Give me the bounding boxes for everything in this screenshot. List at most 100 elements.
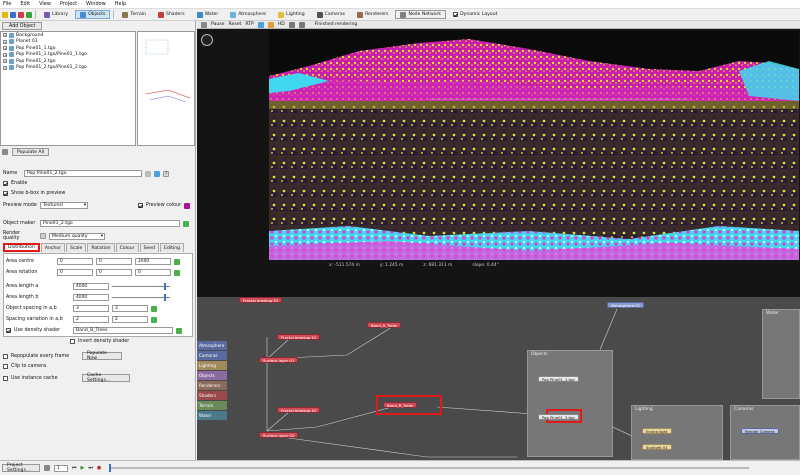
node-band-a-trees[interactable]: Band_A_Trees (367, 322, 402, 328)
menu-view[interactable]: View (39, 1, 51, 7)
expand-icon[interactable]: + (3, 59, 7, 64)
dynamic-layout-toggle[interactable]: Dynamic Layout (448, 10, 502, 19)
group-water[interactable]: Water (762, 309, 800, 399)
object-spacing-a[interactable]: 3 (73, 305, 109, 312)
redo-icon[interactable] (26, 11, 32, 18)
rtp-button[interactable]: RTP (245, 22, 253, 27)
tab-distribution[interactable]: Distribution (3, 243, 40, 252)
step-forward-icon[interactable]: ⏭ (88, 465, 93, 471)
open-icon[interactable] (2, 11, 8, 18)
object-spacing-b[interactable]: 3 (112, 305, 148, 312)
add-object-button[interactable]: Add Object (2, 22, 43, 30)
node-network-view[interactable]: Atmosphere Cameras Lighting Objects Rend… (197, 297, 800, 460)
expand-icon[interactable]: + (3, 65, 7, 70)
slider-handle[interactable] (164, 294, 166, 301)
node-pop-pine01-2[interactable]: Pop Pine01_2.tgo (538, 414, 579, 420)
area-rotation-x[interactable]: 0 (57, 269, 93, 276)
node-surface-layer-02[interactable]: Surface layer 02 (259, 432, 299, 438)
node-render-camera[interactable]: Render Camera (741, 428, 779, 434)
add-icon[interactable] (151, 316, 157, 323)
pause-button[interactable]: Pause (211, 22, 225, 27)
render-viewport[interactable]: Pause Reset RTP HD Finished rendering x:… (197, 21, 800, 297)
area-rotation-y[interactable]: 0 (96, 269, 132, 276)
timeline-icon[interactable] (44, 465, 50, 471)
node-fractal-breakup-00[interactable]: Fractal breakup 01 (239, 297, 283, 303)
node-pop-pine01-1[interactable]: Pop Pine01_1.tgo (538, 376, 579, 382)
area-length-a-field[interactable]: 4000 (73, 283, 109, 290)
area-length-b-field[interactable]: 4000 (73, 294, 109, 301)
tab-shaders[interactable]: Shaders (153, 10, 190, 19)
area-centre-y[interactable]: 0 (96, 258, 132, 265)
tab-editing[interactable]: Editing (159, 243, 184, 252)
node-band-b-trees[interactable]: Band_B_Trees (383, 402, 418, 408)
group-cameras[interactable]: Cameras Render Camera (730, 405, 800, 460)
add-icon[interactable] (174, 269, 180, 276)
hd-button[interactable]: HD (278, 22, 285, 27)
group-lighting[interactable]: Lighting Enviro light Sunlight 01 (631, 405, 723, 460)
expand-icon[interactable]: + (3, 39, 7, 44)
object-maker-field[interactable]: Pine01_2.tgo (40, 220, 180, 227)
settings-icon[interactable] (288, 21, 295, 28)
area-centre-z[interactable]: 2000 (135, 258, 171, 265)
instance-cache-checkbox[interactable] (3, 375, 8, 381)
preview-colour-swatch[interactable] (184, 202, 191, 209)
crop-icon[interactable] (298, 21, 305, 28)
invert-density-checkbox[interactable] (70, 339, 75, 344)
tab-anchor[interactable]: Anchor (40, 243, 66, 252)
menu-file[interactable]: File (3, 1, 11, 7)
tab-library[interactable]: Library (39, 10, 73, 19)
node-fractal-breakup-02[interactable]: Fractal breakup 02 (277, 407, 321, 413)
tab-atmosphere[interactable]: Atmosphere (225, 10, 271, 19)
node-surface-layer-01[interactable]: Surface layer 01 (259, 357, 299, 363)
render-quality-select[interactable]: Medium quality ▾ (49, 232, 105, 240)
expand-icon[interactable]: + (3, 46, 7, 51)
node-sunlight[interactable]: Sunlight 01 (642, 444, 672, 450)
clip-camera-checkbox[interactable] (3, 364, 8, 369)
project-settings-button[interactable]: Project Settings... (2, 463, 40, 473)
menu-edit[interactable]: Edit (20, 1, 30, 7)
add-icon[interactable] (176, 327, 182, 334)
tab-rotation[interactable]: Rotation (87, 243, 115, 252)
populate-now-button[interactable]: Populate Now (82, 351, 122, 361)
menu-window[interactable]: Window (86, 1, 106, 7)
name-field[interactable]: Pop Pine01_2.tgo (24, 170, 142, 177)
tab-terrain[interactable]: Terrain (117, 10, 151, 19)
camera-icon[interactable] (201, 21, 207, 28)
tab-objects[interactable]: Objects (75, 10, 111, 19)
object-tree[interactable]: + Background + Planet 01 + Pop Pine01_1.tgo… (0, 31, 136, 146)
area-length-b-slider[interactable] (112, 294, 170, 301)
light-icon[interactable] (267, 21, 274, 28)
node-fractal-breakup-01[interactable]: Fractal breakup 01 (277, 334, 321, 340)
tab-renderers[interactable]: Renderers (352, 10, 393, 19)
add-icon[interactable] (151, 305, 157, 312)
tab-scale[interactable]: Scale (66, 243, 87, 252)
dynamic-layout-checkbox[interactable] (453, 12, 459, 17)
tab-cameras[interactable]: Cameras (312, 10, 350, 19)
tab-water[interactable]: Water (192, 10, 224, 19)
tab-colour[interactable]: Colour (115, 243, 139, 252)
play-icon[interactable]: ▶ (81, 465, 85, 471)
save-icon[interactable] (10, 11, 16, 18)
preview-colour-checkbox[interactable] (138, 203, 143, 208)
node-enviro-light[interactable]: Enviro light (642, 428, 672, 434)
area-length-a-slider[interactable] (112, 283, 170, 290)
undo-icon[interactable] (18, 11, 24, 18)
object-menu-icon[interactable] (2, 149, 8, 155)
go-start-icon[interactable]: ⏮ (72, 465, 77, 471)
view-icon[interactable] (154, 170, 160, 177)
tab-lighting[interactable]: Lighting (273, 10, 310, 19)
spacing-variation-b[interactable]: 2 (112, 316, 148, 323)
timeline-scrubber[interactable] (109, 464, 750, 472)
density-shader-field[interactable]: Band_B_Trees (73, 327, 173, 334)
menu-help[interactable]: Help (115, 1, 126, 7)
record-icon[interactable]: ● (97, 465, 101, 471)
slider-handle[interactable] (164, 283, 166, 290)
tab-seed[interactable]: Seed (139, 243, 159, 252)
expand-icon[interactable]: + (3, 33, 7, 38)
area-centre-x[interactable]: 0 (57, 258, 93, 265)
frame-field[interactable]: 1 (54, 464, 68, 472)
expand-icon[interactable]: + (3, 52, 7, 57)
menu-project[interactable]: Project (60, 1, 77, 7)
populate-all-button[interactable]: Populate All (12, 148, 50, 156)
spacing-variation-a[interactable]: 2 (73, 316, 109, 323)
